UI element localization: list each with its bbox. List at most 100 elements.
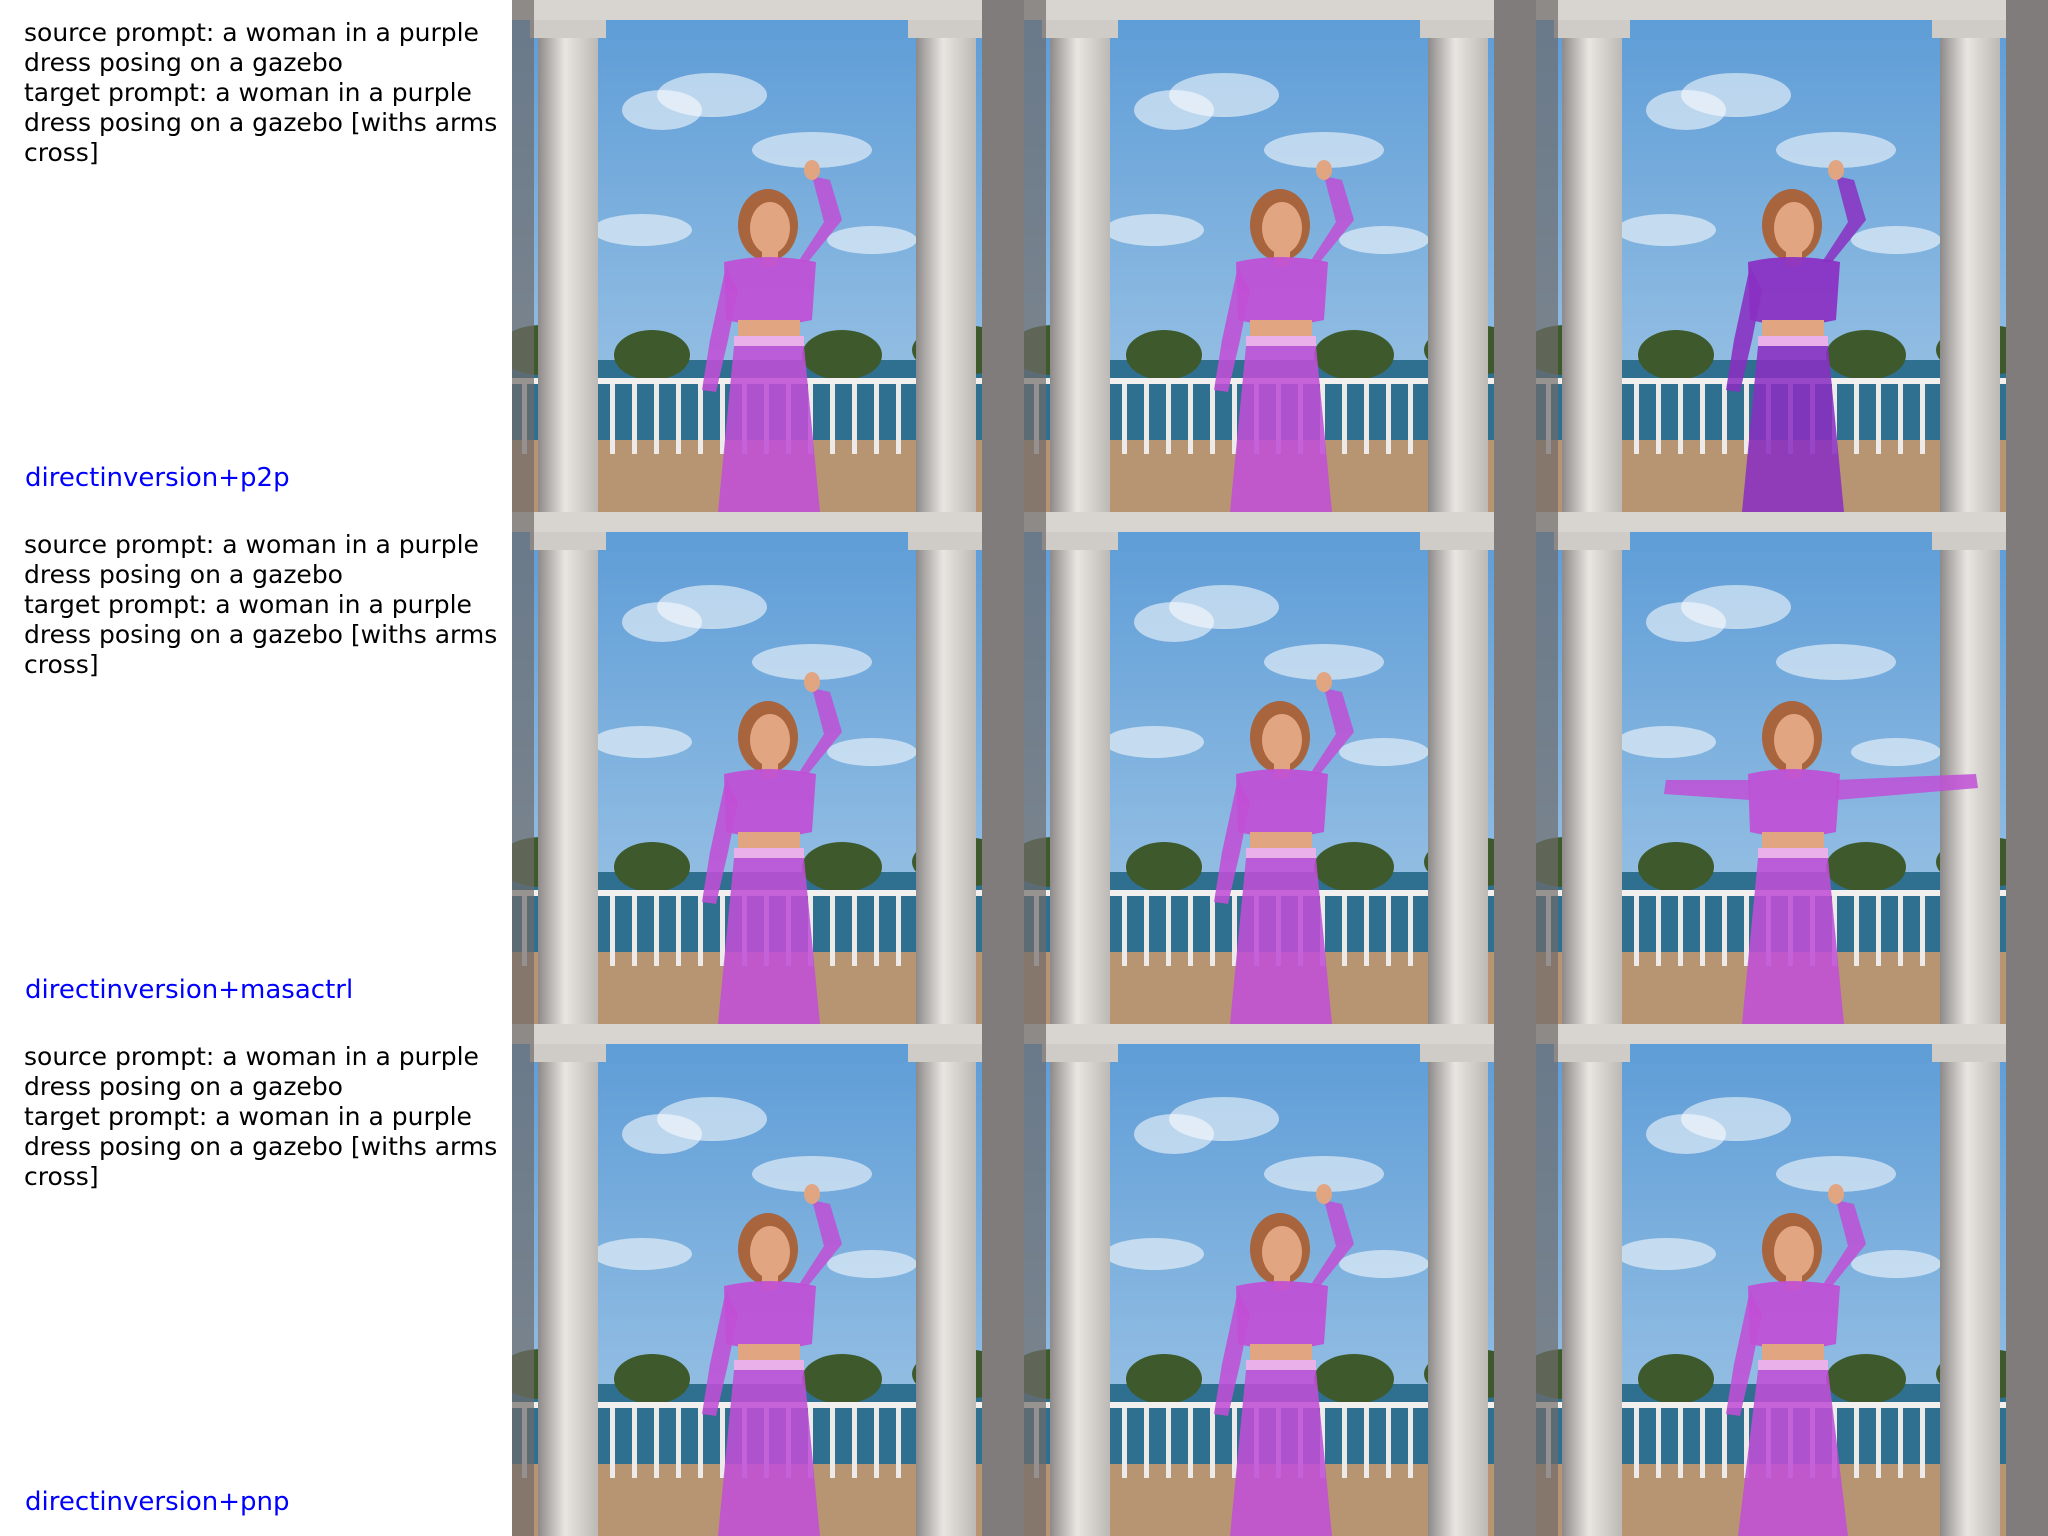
photo — [512, 0, 1024, 512]
palm-foliage — [1126, 1354, 1202, 1404]
railing-baluster — [1700, 896, 1705, 966]
face — [1774, 714, 1814, 766]
arch-shadow — [512, 0, 534, 512]
railing-baluster — [1210, 384, 1215, 454]
railing-baluster — [1920, 896, 1925, 966]
railing-baluster — [830, 896, 835, 966]
waistband — [1758, 848, 1828, 858]
raised-hand — [804, 672, 820, 692]
pillar-capital — [1420, 20, 1496, 38]
result-image-source — [512, 0, 1024, 512]
railing-baluster — [676, 896, 681, 966]
pillar-right — [1428, 1044, 1488, 1536]
railing-baluster — [654, 896, 659, 966]
railing-baluster — [1386, 384, 1391, 454]
railing-baluster — [1722, 384, 1727, 454]
skirt — [1230, 1370, 1332, 1536]
result-image-source — [512, 1024, 1024, 1536]
cloud — [592, 214, 692, 246]
pillar-capital — [1554, 532, 1630, 550]
railing-baluster — [874, 1408, 879, 1478]
pillar-left — [538, 1044, 598, 1536]
arch-shadow — [1536, 1024, 1558, 1536]
cloud — [1851, 1250, 1941, 1278]
railing-baluster — [1744, 896, 1749, 966]
railing-baluster — [1188, 1408, 1193, 1478]
railing-baluster — [830, 384, 835, 454]
railing-baluster — [698, 1408, 703, 1478]
photo — [1536, 1024, 2048, 1536]
pillar-shadow — [982, 512, 1024, 1024]
railing-baluster — [1656, 384, 1661, 454]
arch-shadow — [1024, 512, 1046, 1024]
pillar-shadow — [982, 0, 1024, 512]
raised-hand — [804, 1184, 820, 1204]
result-image-edit-long-dress — [1536, 1024, 2048, 1536]
railing-baluster — [1166, 1408, 1171, 1478]
railing-baluster — [1744, 384, 1749, 454]
cloud — [1104, 214, 1204, 246]
railing-baluster — [1408, 384, 1413, 454]
face — [1262, 1226, 1302, 1278]
method-label: directinversion+masactrl — [25, 975, 354, 1005]
palm-foliage — [614, 330, 690, 380]
raised-hand — [1828, 160, 1844, 180]
waistband — [1758, 1360, 1828, 1370]
blouse — [1236, 257, 1328, 325]
railing-baluster — [720, 384, 725, 454]
cloud — [1681, 1097, 1791, 1141]
pillar-right — [1428, 532, 1488, 1024]
railing-baluster — [1342, 384, 1347, 454]
cloud — [592, 726, 692, 758]
cloud — [1851, 738, 1941, 766]
palm-foliage — [1638, 330, 1714, 380]
cloud — [1169, 1097, 1279, 1141]
pillar-capital — [1420, 532, 1496, 550]
waistband — [1246, 848, 1316, 858]
railing-baluster — [1122, 1408, 1127, 1478]
blouse — [1236, 1281, 1328, 1349]
waistband — [1246, 1360, 1316, 1370]
railing-baluster — [1386, 1408, 1391, 1478]
skirt — [718, 1370, 820, 1536]
pillar-shadow — [2006, 1024, 2048, 1536]
face — [1774, 1226, 1814, 1278]
result-row: source prompt: a woman in a purple dress… — [0, 0, 2048, 512]
pillar-shadow — [1494, 0, 1536, 512]
prompt-text: source prompt: a woman in a purple dress… — [24, 530, 498, 679]
palm-foliage — [1826, 1354, 1906, 1404]
railing-baluster — [1386, 896, 1391, 966]
cloud — [1169, 585, 1279, 629]
waistband — [734, 848, 804, 858]
cloud — [657, 1097, 767, 1141]
railing-baluster — [1342, 896, 1347, 966]
railing-baluster — [1144, 1408, 1149, 1478]
pillar-capital — [1932, 1044, 2008, 1062]
cloud — [1616, 214, 1716, 246]
railing-baluster — [1166, 896, 1171, 966]
pillar-left — [538, 532, 598, 1024]
cloud — [827, 226, 917, 254]
railing-baluster — [1920, 1408, 1925, 1478]
railing-baluster — [1678, 896, 1683, 966]
gazebo-beam — [1024, 1024, 1536, 1044]
railing-baluster — [1408, 896, 1413, 966]
raised-hand — [1316, 160, 1332, 180]
palm-foliage — [802, 1354, 882, 1404]
railing-baluster — [896, 384, 901, 454]
cloud — [1851, 226, 1941, 254]
waistband — [734, 1360, 804, 1370]
palm-foliage — [1638, 1354, 1714, 1404]
railing-baluster — [896, 896, 901, 966]
palm-foliage — [1826, 330, 1906, 380]
pillar-capital — [1042, 1044, 1118, 1062]
railing-baluster — [1898, 896, 1903, 966]
waistband — [1758, 336, 1828, 346]
pillar-capital — [908, 20, 984, 38]
pillar-right — [1428, 20, 1488, 512]
pillar-shadow — [1494, 512, 1536, 1024]
pillar-shadow — [1494, 1024, 1536, 1536]
railing-baluster — [1232, 896, 1237, 966]
cloud — [657, 585, 767, 629]
railing-baluster — [610, 1408, 615, 1478]
